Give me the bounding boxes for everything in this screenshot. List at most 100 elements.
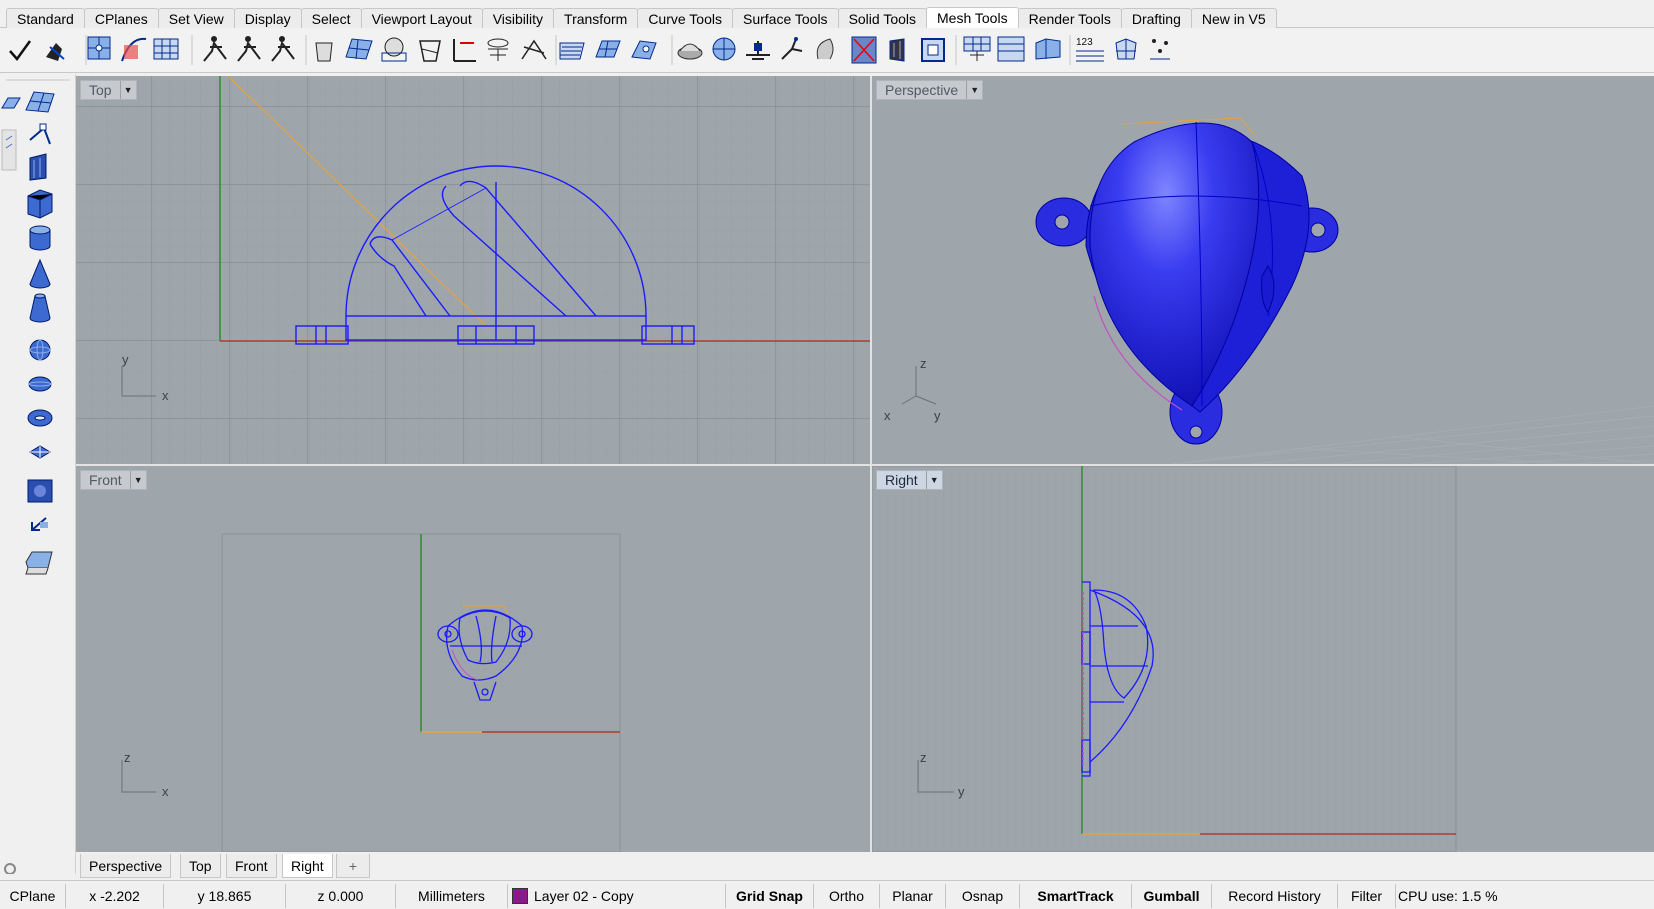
texture-icon[interactable]: [27, 479, 53, 503]
toolbar-tab-mesh-tools[interactable]: Mesh Tools: [926, 7, 1019, 28]
toolbar-tab-cplanes[interactable]: CPlanes: [83, 8, 159, 28]
view-tab-right[interactable]: Right: [282, 854, 333, 878]
add-view-tab-icon[interactable]: +: [336, 854, 370, 878]
mesh-flip-icon[interactable]: [631, 40, 657, 60]
viewport-label-front[interactable]: Front ▼: [80, 470, 147, 490]
mesh-unweld-icon[interactable]: [1115, 38, 1137, 60]
viewport-front[interactable]: z x Front ▼: [76, 466, 870, 852]
cpu-usage: CPU use: 1.5 %: [1398, 888, 1498, 904]
units-label[interactable]: Millimeters: [396, 884, 508, 908]
viewport-menu-arrow-icon[interactable]: ▼: [925, 471, 942, 489]
layer-selector[interactable]: Layer 02 - Copy: [508, 884, 726, 908]
toolbar-tab-select[interactable]: Select: [300, 8, 362, 28]
mesh-sphere-icon[interactable]: [712, 37, 736, 61]
toolbar-tab-new-in-v5[interactable]: New in V5: [1190, 8, 1277, 28]
torus-icon[interactable]: [27, 409, 53, 427]
toolbar-tab-standard[interactable]: Standard: [6, 8, 85, 28]
mesh-split-h-icon[interactable]: [963, 36, 991, 61]
mesh-target-icon[interactable]: [851, 36, 877, 64]
rhino-window: Standard CPlanes Set View Display Select View…: [0, 0, 1654, 909]
surface-icon[interactable]: [25, 91, 55, 113]
viewport-perspective[interactable]: z x y Perspective ▼: [872, 76, 1654, 464]
viewport-menu-arrow-icon[interactable]: ▼: [966, 81, 982, 99]
planar-toggle[interactable]: Planar: [880, 884, 946, 908]
box-panel-icon[interactable]: [29, 153, 47, 181]
mesh-trim-icon[interactable]: [487, 38, 509, 61]
right-view-canvas: z y: [872, 466, 1457, 852]
svg-text:z: z: [920, 750, 927, 765]
mesh-plane-icon[interactable]: [345, 38, 373, 60]
mesh-pull-icon[interactable]: [781, 37, 803, 60]
pipe-icon[interactable]: [29, 445, 51, 459]
grid-snap-toggle[interactable]: Grid Snap: [726, 884, 814, 908]
side-flyout-icon[interactable]: [1, 129, 17, 171]
mesh-hook-icon[interactable]: [816, 38, 834, 60]
mesh-split-v-icon[interactable]: [997, 36, 1025, 62]
mesh-curve-icon[interactable]: [121, 37, 147, 62]
view-tab-perspective[interactable]: Perspective: [80, 854, 172, 878]
mesh-layer-icon[interactable]: [559, 42, 585, 60]
toolbar-tab-display[interactable]: Display: [233, 8, 302, 28]
view-tab-front[interactable]: Front: [226, 854, 277, 878]
curve-point-icon[interactable]: [29, 123, 51, 145]
ortho-toggle[interactable]: Ortho: [814, 884, 880, 908]
mesh-flat-icon[interactable]: [595, 40, 621, 58]
viewport-menu-arrow-icon[interactable]: ▼: [129, 471, 146, 489]
sphere-icon[interactable]: [29, 339, 51, 361]
toolbar-tab-surface-tools[interactable]: Surface Tools: [731, 8, 839, 28]
toolbar-tab-render-tools[interactable]: Render Tools: [1017, 8, 1122, 28]
osnap-toggle[interactable]: Osnap: [946, 884, 1020, 908]
front-axis-indicator: z x: [121, 750, 169, 799]
cone-icon[interactable]: [29, 258, 51, 289]
ellipsoid-icon[interactable]: [28, 376, 52, 392]
left-toolbar: [0, 74, 76, 874]
gumball-toggle[interactable]: Gumball: [1132, 884, 1212, 908]
toolbar-tab-solid-tools[interactable]: Solid Tools: [837, 8, 928, 28]
cylinder-icon[interactable]: [29, 225, 51, 251]
mesh-person-1-icon[interactable]: [203, 36, 227, 62]
mesh-grid-icon[interactable]: [87, 36, 111, 60]
box-solid-icon[interactable]: [27, 189, 53, 219]
mesh-split-icon[interactable]: [453, 39, 476, 62]
mesh-person-2-icon[interactable]: [237, 36, 261, 62]
viewport-splitter-horizontal[interactable]: [76, 464, 1654, 466]
record-history-toggle[interactable]: Record History: [1212, 884, 1338, 908]
filter-toggle[interactable]: Filter: [1338, 884, 1396, 908]
plane-icon[interactable]: [1, 97, 21, 109]
mesh-wall-icon[interactable]: [1035, 38, 1061, 60]
mesh-skull-icon[interactable]: [381, 37, 407, 62]
viewport-right[interactable]: z y Right ▼: [872, 466, 1654, 852]
mesh-cut-icon[interactable]: [746, 41, 770, 60]
viewport-label-top[interactable]: Top ▼: [80, 80, 137, 100]
mesh-person-3-icon[interactable]: [271, 36, 295, 62]
toolbar-tab-viewport-layout[interactable]: Viewport Layout: [360, 8, 483, 28]
checkmark-icon[interactable]: [9, 40, 32, 62]
mesh-saddle-icon[interactable]: [677, 43, 703, 60]
mesh-patch-icon[interactable]: [153, 38, 179, 60]
viewport-label-perspective[interactable]: Perspective ▼: [876, 80, 984, 100]
viewport-top[interactable]: y x Top ▼: [76, 76, 870, 464]
view-tab-top[interactable]: Top: [180, 854, 221, 878]
viewport-label-right[interactable]: Right ▼: [876, 470, 943, 490]
toolbar-tab-visibility[interactable]: Visibility: [481, 8, 555, 28]
slab-icon[interactable]: [25, 551, 53, 575]
mesh-repair-icon[interactable]: [46, 43, 65, 61]
mesh-fold-icon[interactable]: [889, 38, 905, 62]
settings-gear-icon[interactable]: [4, 863, 16, 874]
viewport-name: Perspective: [885, 82, 959, 98]
toolbar-tab-transform[interactable]: Transform: [553, 8, 639, 28]
extrude-icon[interactable]: [31, 517, 48, 531]
toolbar-tab-curve-tools[interactable]: Curve Tools: [637, 8, 733, 28]
toolbar-tab-drafting[interactable]: Drafting: [1120, 8, 1192, 28]
toolbar-tab-set-view[interactable]: Set View: [157, 8, 235, 28]
mesh-frame-icon[interactable]: [921, 38, 945, 62]
mesh-intersect-icon[interactable]: [521, 39, 547, 60]
viewport-menu-arrow-icon[interactable]: ▼: [119, 81, 136, 99]
mesh-cup-icon[interactable]: [315, 42, 333, 62]
smarttrack-toggle[interactable]: SmartTrack: [1020, 884, 1132, 908]
mesh-box-icon[interactable]: [419, 40, 441, 62]
mesh-scatter-icon[interactable]: [1150, 39, 1170, 60]
cplane-label[interactable]: CPlane: [0, 884, 66, 908]
truncated-cone-icon[interactable]: [29, 293, 51, 323]
mesh-count-icon[interactable]: 123: [1076, 37, 1104, 62]
